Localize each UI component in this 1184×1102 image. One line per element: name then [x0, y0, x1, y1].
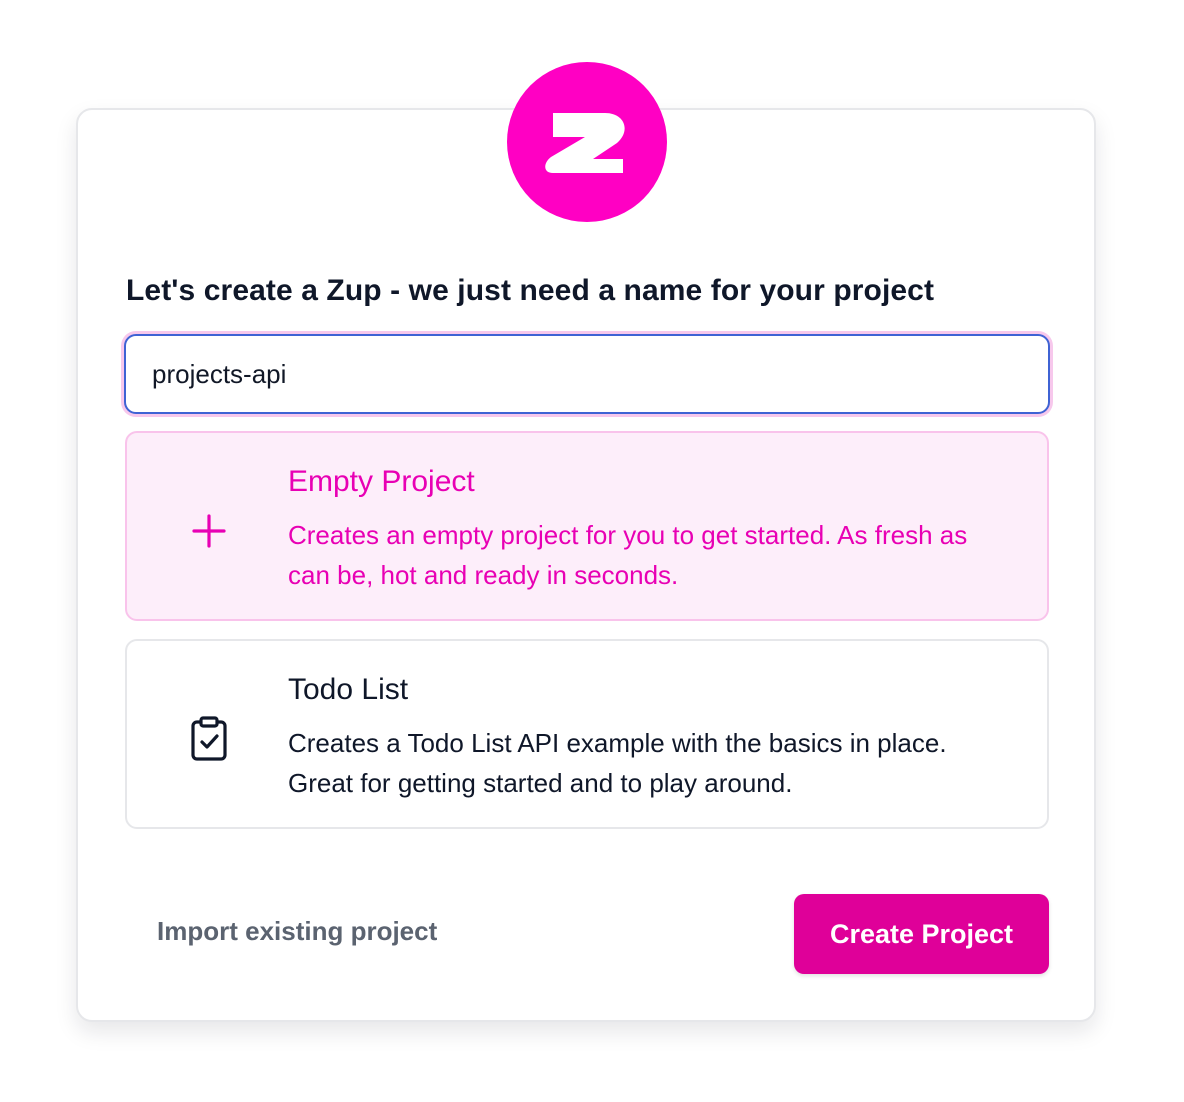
template-option-todo-list[interactable]: Todo List Creates a Todo List API exampl… [125, 639, 1049, 829]
page-title: Let's create a Zup - we just need a name… [126, 274, 935, 307]
import-existing-project-link[interactable]: Import existing project [157, 916, 437, 947]
template-description: Creates an empty project for you to get … [288, 520, 968, 590]
zuplo-logo-icon [507, 62, 667, 222]
clipboard-check-icon [185, 715, 233, 763]
template-title: Empty Project [288, 465, 475, 498]
plus-icon [185, 507, 233, 555]
template-title: Todo List [288, 673, 409, 706]
project-name-input[interactable] [124, 334, 1050, 414]
template-option-empty-project[interactable]: Empty Project Creates an empty project f… [125, 431, 1049, 621]
template-description: Creates a Todo List API example with the… [288, 728, 947, 798]
create-project-button[interactable]: Create Project [794, 894, 1049, 974]
